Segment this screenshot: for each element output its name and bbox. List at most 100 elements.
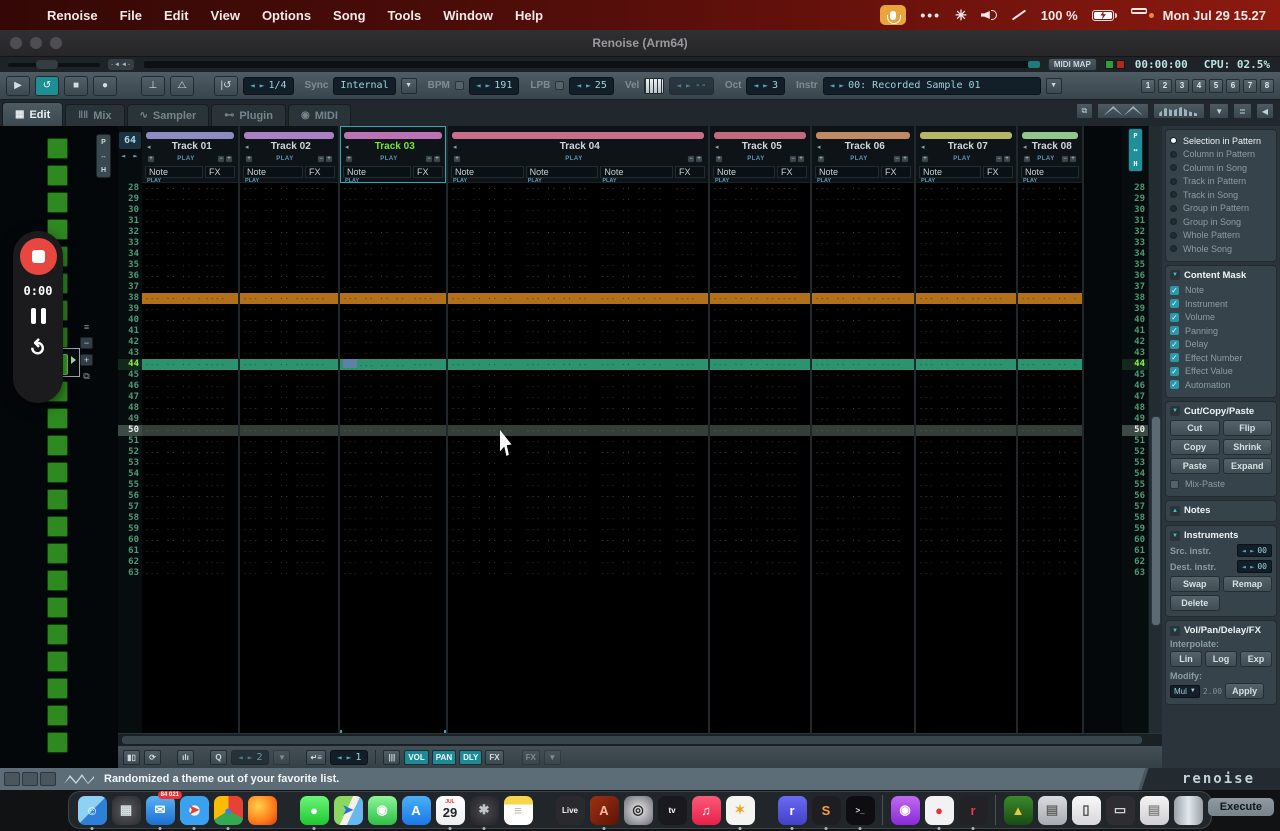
- pattern-track[interactable]: ◂ Track 02 + PLAY − + Note FX PLAY --- ·· ·· -- --…: [240, 126, 340, 745]
- pattern-row[interactable]: --- ·· ·· ------: [710, 326, 810, 337]
- pattern-row[interactable]: --- ·· ·· ------: [916, 381, 1016, 392]
- pattern-row[interactable]: --- ·· ·· ------: [916, 546, 1016, 557]
- pattern-row[interactable]: --- ·· ·· ------: [340, 194, 446, 205]
- track-play-label[interactable]: PLAY: [253, 156, 317, 162]
- pattern-row[interactable]: --- ·· ·· ------: [812, 403, 914, 414]
- pattern-row[interactable]: --- ·· ·· ------: [240, 359, 338, 370]
- track-color-bar[interactable]: [714, 132, 806, 139]
- fx-column-header[interactable]: FX: [983, 166, 1013, 178]
- track-name[interactable]: Track 01: [151, 141, 233, 152]
- sequence-slot[interactable]: [47, 705, 68, 726]
- display-brightness-icon[interactable]: ✳: [955, 7, 967, 24]
- pattern-row[interactable]: --- ·· ·· ------: [340, 502, 446, 513]
- pattern-row[interactable]: --- ·· ·· ------: [142, 326, 238, 337]
- pattern-row[interactable]: --- ·· ·· ------: [710, 436, 810, 447]
- fx-column-header[interactable]: FX: [205, 166, 235, 178]
- instrument-select[interactable]: ◄ ► 00: Recorded Sample 01: [822, 76, 1041, 95]
- octave-stepper[interactable]: ◄ ► 3: [746, 76, 785, 95]
- preset-button[interactable]: 8: [1260, 78, 1274, 93]
- pattern-row[interactable]: --- ·· ·· ------: [142, 249, 238, 260]
- pattern-row[interactable]: --- ·· ·· -- --- ·· ·· -- --- ·· ·· -- ----: [448, 260, 708, 271]
- pattern-row[interactable]: --- ·· ·· ------: [916, 392, 1016, 403]
- mixer-view-button[interactable]: ılı: [177, 749, 194, 765]
- interpolate-button[interactable]: Lin: [1170, 651, 1202, 667]
- collapse-icon[interactable]: ▼: [1170, 406, 1180, 416]
- pattern-row[interactable]: --- ·· ·· ------: [710, 557, 810, 568]
- record-button[interactable]: ●: [93, 75, 117, 96]
- pattern-horizontal-scrollbar[interactable]: [118, 733, 1162, 745]
- dock-item-firefox[interactable]: [247, 795, 277, 825]
- pattern-track[interactable]: ◂ Track 08 + PLAY − + Note PLAY --- ·· ·· -- --- …: [1018, 126, 1084, 745]
- pattern-row[interactable]: --- ·· ·· ------: [812, 293, 914, 304]
- pattern-row[interactable]: --- ·· ·· ------: [340, 568, 446, 579]
- note-column-header[interactable]: Note: [451, 166, 524, 178]
- add-column-button[interactable]: +: [1069, 155, 1077, 163]
- track-color-bar[interactable]: [1022, 132, 1078, 139]
- pattern-row[interactable]: --- ·· ·· --: [1018, 194, 1082, 205]
- pattern-row[interactable]: --- ·· ·· --: [1018, 502, 1082, 513]
- pattern-row[interactable]: --- ·· ·· ------: [710, 403, 810, 414]
- pattern-row[interactable]: --- ·· ·· ------: [340, 469, 446, 480]
- pattern-row[interactable]: --- ·· ·· ------: [142, 337, 238, 348]
- add-column-button[interactable]: +: [695, 155, 703, 163]
- track-color-bar[interactable]: [344, 132, 442, 139]
- add-column-button[interactable]: +: [1003, 155, 1011, 163]
- apply-button[interactable]: Apply: [1225, 683, 1265, 699]
- fx-column-dim-button[interactable]: FX: [521, 749, 540, 765]
- pattern-row[interactable]: --- ·· ·· ------: [240, 260, 338, 271]
- dock-item-pyramid-game[interactable]: ▲: [1003, 795, 1033, 825]
- pattern-row[interactable]: --- ·· ·· ------: [710, 425, 810, 436]
- pattern-track[interactable]: ◂ Track 01 + PLAY − + Note FX PLAY --- ·· ·· -- --…: [142, 126, 240, 745]
- pattern-row[interactable]: --- ·· ·· ------: [916, 524, 1016, 535]
- pattern-row[interactable]: --- ·· ·· -- --- ·· ·· -- --- ·· ·· -- ----: [448, 535, 708, 546]
- quantize-button[interactable]: Q: [210, 749, 227, 765]
- pattern-row[interactable]: --- ·· ·· ------: [340, 304, 446, 315]
- pattern-row[interactable]: --- ·· ·· ------: [710, 315, 810, 326]
- pattern-row[interactable]: --- ·· ·· --: [1018, 480, 1082, 491]
- sequence-slot[interactable]: [47, 543, 68, 564]
- remove-column-button[interactable]: −: [317, 155, 325, 163]
- pattern-row[interactable]: --- ·· ·· ------: [812, 337, 914, 348]
- pattern-row[interactable]: --- ·· ·· ------: [916, 183, 1016, 194]
- pattern-row[interactable]: --- ·· ·· -- --- ·· ·· -- --- ·· ·· -- ----: [448, 183, 708, 194]
- content-mask-option[interactable]: ✓ Volume: [1170, 311, 1272, 325]
- dock-item-calendar[interactable]: JUL 29: [435, 795, 465, 830]
- pattern-row[interactable]: --- ·· ·· -- --- ·· ·· -- --- ·· ·· -- ----: [448, 227, 708, 238]
- pattern-row[interactable]: --- ·· ·· -- --- ·· ·· -- --- ·· ·· -- ----: [448, 491, 708, 502]
- dock-item-podcasts[interactable]: ◉: [890, 795, 920, 825]
- pattern-row[interactable]: --- ·· ·· ------: [710, 491, 810, 502]
- more-status-icon[interactable]: •••: [920, 7, 941, 23]
- pattern-row[interactable]: --- ·· ·· --: [1018, 425, 1082, 436]
- src-instr-stepper[interactable]: ◄ ► 00: [1236, 544, 1272, 557]
- pattern-row[interactable]: --- ·· ·· ------: [142, 425, 238, 436]
- note-column-header[interactable]: Note: [713, 166, 775, 178]
- menu-options[interactable]: Options: [251, 8, 322, 23]
- pattern-row[interactable]: --- ·· ·· ------: [916, 458, 1016, 469]
- pattern-row[interactable]: --- ·· ·· ------: [240, 304, 338, 315]
- fx-column-header[interactable]: FX: [777, 166, 807, 178]
- pattern-row[interactable]: --- ·· ·· ------: [340, 557, 446, 568]
- pattern-row[interactable]: --- ·· ·· ------: [812, 502, 914, 513]
- preset-button[interactable]: 2: [1158, 78, 1172, 93]
- lpb-checkbox[interactable]: [555, 81, 565, 90]
- track-color-bar[interactable]: [244, 132, 334, 139]
- selection-scope-option[interactable]: Column in Song: [1170, 161, 1272, 175]
- column-toggle-pan[interactable]: PAN: [431, 749, 457, 765]
- pattern-row[interactable]: --- ·· ·· ------: [340, 227, 446, 238]
- add-column-button[interactable]: +: [245, 155, 253, 163]
- view-tab[interactable]: ∿ Sampler: [126, 104, 210, 126]
- track-play-label[interactable]: PLAY: [1031, 156, 1061, 162]
- pattern-row[interactable]: --- ·· ·· -- --- ·· ·· -- --- ·· ·· -- ----: [448, 546, 708, 557]
- pattern-tracks[interactable]: ◂ Track 01 + PLAY − + Note FX PLAY --- ·· ·· -- --…: [142, 126, 1122, 745]
- pattern-row[interactable]: --- ·· ·· ------: [142, 260, 238, 271]
- quantize-stepper[interactable]: ◄ ► 2: [231, 749, 270, 765]
- dock-item-renoise[interactable]: r: [777, 795, 807, 830]
- edit-step-icon[interactable]: ↵≡: [306, 749, 326, 765]
- pattern-row[interactable]: --- ·· ·· --: [1018, 403, 1082, 414]
- sequence-slot[interactable]: [47, 624, 68, 645]
- collapse-icon[interactable]: ▼: [1170, 270, 1180, 280]
- pattern-row[interactable]: --- ·· ·· --: [1018, 414, 1082, 425]
- preset-button[interactable]: 4: [1192, 78, 1206, 93]
- pattern-row[interactable]: --- ·· ·· --: [1018, 271, 1082, 282]
- pattern-row[interactable]: --- ·· ·· ------: [142, 447, 238, 458]
